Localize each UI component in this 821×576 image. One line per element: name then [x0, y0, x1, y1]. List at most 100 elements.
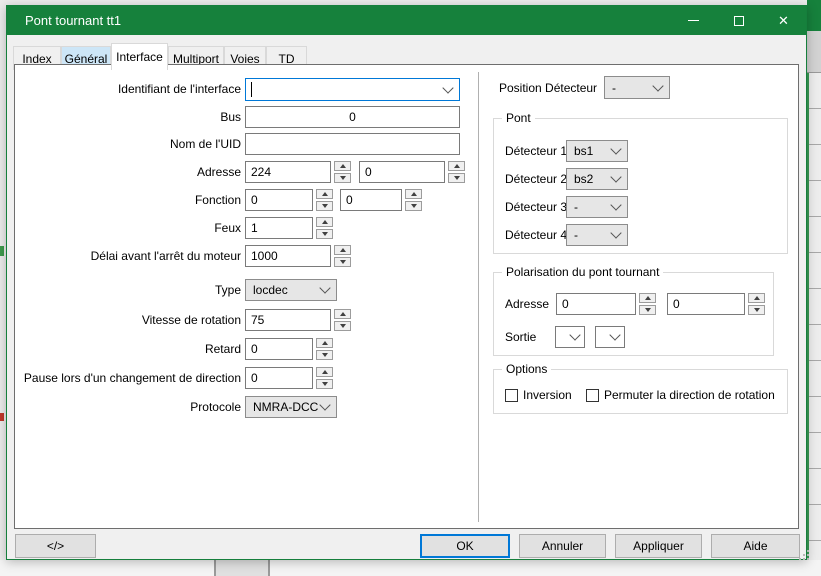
pause-input[interactable] — [245, 367, 313, 389]
chevron-down-icon — [610, 227, 621, 238]
detecteur1-label: Détecteur 1 — [505, 144, 567, 158]
uid-input[interactable] — [245, 133, 460, 155]
close-button[interactable]: ✕ — [761, 6, 806, 35]
background-green-mark — [0, 246, 4, 256]
pause-down-button[interactable] — [316, 379, 333, 389]
detecteur3-label: Détecteur 3 — [505, 200, 567, 214]
pont-group-title: Pont — [502, 111, 535, 125]
vitesse-down-button[interactable] — [334, 321, 351, 331]
polarisation-adresse-label: Adresse — [505, 297, 549, 311]
type-value: locdec — [253, 283, 288, 297]
fonction-1-input[interactable] — [245, 189, 313, 211]
code-view-button[interactable]: </> — [15, 534, 96, 558]
down-arrow-icon — [322, 232, 328, 236]
close-icon: ✕ — [778, 14, 789, 27]
down-arrow-icon — [454, 176, 460, 180]
pause-up-button[interactable] — [316, 367, 333, 377]
maximize-button[interactable] — [716, 6, 761, 35]
vitesse-up-button[interactable] — [334, 309, 351, 319]
down-arrow-icon — [645, 308, 651, 312]
up-arrow-icon — [322, 192, 328, 196]
adresse-1-down-button[interactable] — [334, 173, 351, 183]
cancel-button[interactable]: Annuler — [519, 534, 606, 558]
detecteur1-value: bs1 — [574, 144, 593, 158]
polarisation-adresse-1-up-button[interactable] — [639, 293, 656, 303]
delai-down-button[interactable] — [334, 257, 351, 267]
ok-label: OK — [456, 539, 473, 553]
type-label: Type — [19, 283, 241, 297]
retard-input[interactable] — [245, 338, 313, 360]
permuter-checkbox[interactable] — [586, 389, 599, 402]
adresse-2-input[interactable] — [359, 161, 445, 183]
polarisation-adresse-2-up-button[interactable] — [748, 293, 765, 303]
background-scrollbar — [214, 560, 270, 576]
position-detecteur-label: Position Détecteur — [499, 81, 597, 95]
tab-interface[interactable]: Interface — [111, 43, 168, 70]
chevron-down-icon — [610, 199, 621, 210]
adresse-1-up-button[interactable] — [334, 161, 351, 171]
fonction-2-up-button[interactable] — [405, 189, 422, 199]
down-arrow-icon — [340, 176, 346, 180]
fonction-1-down-button[interactable] — [316, 201, 333, 211]
apply-label: Appliquer — [633, 539, 684, 553]
fonction-2-down-button[interactable] — [405, 201, 422, 211]
minimize-icon — [688, 20, 699, 21]
detecteur3-select[interactable]: - — [566, 196, 628, 218]
options-groupbox: Options Inversion Permuter la direction … — [493, 369, 788, 414]
up-arrow-icon — [322, 370, 328, 374]
options-group-title: Options — [502, 362, 551, 376]
permuter-checkbox-row[interactable]: Permuter la direction de rotation — [586, 388, 775, 402]
feux-input[interactable] — [245, 217, 313, 239]
fonction-1-up-button[interactable] — [316, 189, 333, 199]
sortie-2-select[interactable] — [595, 326, 625, 348]
turntable-properties-dialog: Pont tournant tt1 ✕ Index Général Interf… — [6, 5, 807, 560]
minimize-button[interactable] — [671, 6, 716, 35]
detecteur4-value: - — [574, 228, 578, 242]
maximize-icon — [734, 16, 744, 26]
ok-button[interactable]: OK — [420, 534, 510, 558]
polarisation-adresse-1-input[interactable] — [556, 293, 636, 315]
retard-up-button[interactable] — [316, 338, 333, 348]
vitesse-input[interactable] — [245, 309, 331, 331]
pont-groupbox: Pont Détecteur 1 bs1 Détecteur 2 bs2 Dét… — [493, 118, 788, 254]
up-arrow-icon — [322, 220, 328, 224]
bus-input[interactable] — [245, 106, 460, 128]
apply-button[interactable]: Appliquer — [615, 534, 702, 558]
position-detecteur-select[interactable]: - — [604, 76, 670, 99]
feux-down-button[interactable] — [316, 229, 333, 239]
protocole-select[interactable]: NMRA-DCC — [245, 396, 337, 418]
delai-up-button[interactable] — [334, 245, 351, 255]
adresse-2-up-button[interactable] — [448, 161, 465, 171]
polarisation-adresse-2-input[interactable] — [667, 293, 745, 315]
adresse-2-down-button[interactable] — [448, 173, 465, 183]
vitesse-label: Vitesse de rotation — [19, 313, 241, 327]
polarisation-adresse-2-down-button[interactable] — [748, 305, 765, 315]
adresse-1-input[interactable] — [245, 161, 331, 183]
interface-id-combobox[interactable] — [245, 78, 460, 101]
sortie-1-select[interactable] — [555, 326, 585, 348]
fonction-2-input[interactable] — [340, 189, 402, 211]
help-button[interactable]: Aide — [711, 534, 800, 558]
background-table-header — [807, 31, 821, 73]
detecteur4-select[interactable]: - — [566, 224, 628, 246]
up-arrow-icon — [340, 248, 346, 252]
up-arrow-icon — [322, 341, 328, 345]
detecteur1-select[interactable]: bs1 — [566, 140, 628, 162]
permuter-label: Permuter la direction de rotation — [604, 388, 775, 402]
detecteur2-label: Détecteur 2 — [505, 172, 567, 186]
type-select[interactable]: locdec — [245, 279, 337, 301]
resize-grip-icon[interactable] — [799, 558, 801, 560]
title-bar[interactable]: Pont tournant tt1 ✕ — [7, 6, 806, 35]
window-title: Pont tournant tt1 — [25, 13, 121, 28]
feux-up-button[interactable] — [316, 217, 333, 227]
down-arrow-icon — [754, 308, 760, 312]
inversion-checkbox[interactable] — [505, 389, 518, 402]
sortie-label: Sortie — [505, 330, 536, 344]
retard-down-button[interactable] — [316, 350, 333, 360]
inversion-checkbox-row[interactable]: Inversion — [505, 388, 572, 402]
delai-input[interactable] — [245, 245, 331, 267]
up-arrow-icon — [645, 296, 651, 300]
detecteur2-select[interactable]: bs2 — [566, 168, 628, 190]
polarisation-group-title: Polarisation du pont tournant — [502, 265, 663, 279]
polarisation-adresse-1-down-button[interactable] — [639, 305, 656, 315]
